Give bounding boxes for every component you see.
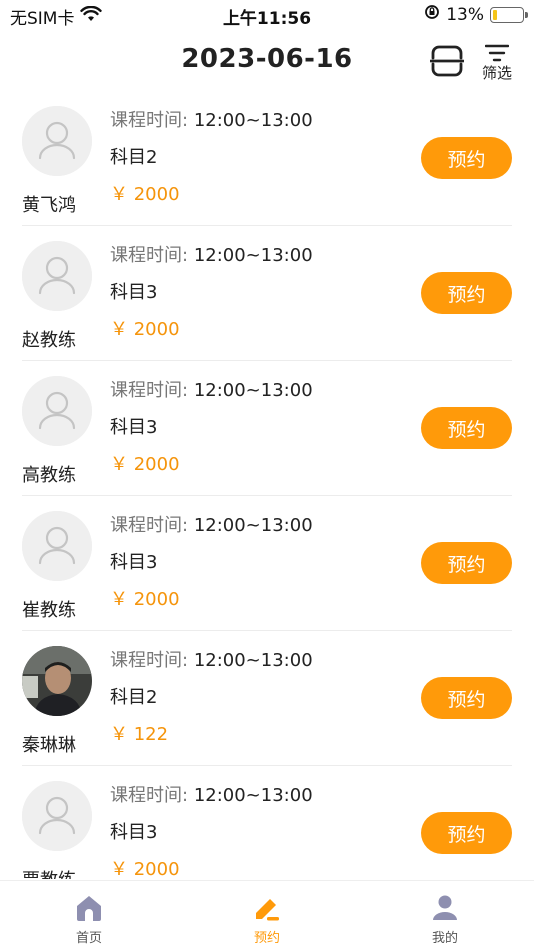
status-bar: 无SIM卡 上午11:56 13% xyxy=(0,0,534,32)
subject: 科目3 xyxy=(110,282,158,303)
course-time-value: 12:00~13:00 xyxy=(193,785,313,806)
tab-mine[interactable]: 我的 xyxy=(356,881,534,950)
avatar-placeholder-icon xyxy=(22,511,92,581)
subject: 科目2 xyxy=(110,147,158,168)
coach-name: 高教练 xyxy=(22,465,76,486)
course-time: 课程时间: 12:00~13:00 xyxy=(110,241,313,267)
course-time: 课程时间: 12:00~13:00 xyxy=(110,376,313,402)
subject: 科目3 xyxy=(110,822,158,843)
price: ￥ 2000 xyxy=(110,319,180,340)
tab-booking-label: 预约 xyxy=(253,931,280,946)
status-right: 13% xyxy=(424,4,528,25)
subject: 科目2 xyxy=(110,687,158,708)
tab-mine-label: 我的 xyxy=(431,931,458,946)
tab-bar: 首页 预约 我的 xyxy=(0,880,534,950)
filter-button[interactable]: 筛选 xyxy=(476,40,518,84)
tab-home[interactable]: 首页 xyxy=(0,881,178,950)
coach-name: 赵教练 xyxy=(22,330,76,351)
course-time-label: 课程时间: xyxy=(110,380,189,401)
tab-booking[interactable]: 预约 xyxy=(178,881,356,950)
battery-percent: 13% xyxy=(446,4,484,25)
home-icon xyxy=(77,896,101,921)
avatar xyxy=(22,241,92,311)
coach-name: 秦琳琳 xyxy=(22,735,76,756)
scan-button[interactable] xyxy=(429,44,465,78)
list-item: 赵教练 课程时间: 12:00~13:00 科目3 ￥ 2000 预约 xyxy=(0,226,512,361)
course-time-label: 课程时间: xyxy=(110,515,189,536)
avatar-placeholder-icon xyxy=(22,376,92,446)
course-time-label: 课程时间: xyxy=(110,785,189,806)
price: ￥ 2000 xyxy=(110,589,180,610)
subject: 科目3 xyxy=(110,552,158,573)
avatar xyxy=(22,106,92,176)
price: ￥ 2000 xyxy=(110,454,180,475)
avatar-placeholder-icon xyxy=(22,241,92,311)
price: ￥ 122 xyxy=(110,724,169,745)
filter-label: 筛选 xyxy=(481,64,512,82)
coach-name: 黄飞鸿 xyxy=(22,195,76,216)
course-time: 课程时间: 12:00~13:00 xyxy=(110,781,313,807)
list-item: 秦琳琳 课程时间: 12:00~13:00 科目2 ￥ 122 预约 xyxy=(0,631,512,766)
avatar-placeholder-icon xyxy=(22,106,92,176)
price: ￥ 2000 xyxy=(110,184,180,205)
avatar xyxy=(22,646,92,716)
subject: 科目3 xyxy=(110,417,158,438)
price: ￥ 2000 xyxy=(110,859,180,879)
header: 2023-06-16 筛选 xyxy=(0,36,534,88)
filter-icon xyxy=(485,44,509,62)
course-time-value: 12:00~13:00 xyxy=(193,380,313,401)
edit-icon xyxy=(256,899,279,921)
course-time-label: 课程时间: xyxy=(110,110,189,131)
course-time-value: 12:00~13:00 xyxy=(193,245,313,266)
book-button[interactable]: 预约 xyxy=(421,272,512,314)
course-time-label: 课程时间: xyxy=(110,245,189,266)
user-icon xyxy=(433,895,457,920)
list-item: 贾教练 课程时间: 12:00~13:00 科目3 ￥ 2000 预约 xyxy=(0,766,512,879)
book-button[interactable]: 预约 xyxy=(421,677,512,719)
course-time-label: 课程时间: xyxy=(110,650,189,671)
course-time-value: 12:00~13:00 xyxy=(193,650,313,671)
book-button[interactable]: 预约 xyxy=(421,137,512,179)
coach-name: 崔教练 xyxy=(22,600,76,621)
book-button[interactable]: 预约 xyxy=(421,542,512,584)
scan-icon xyxy=(429,45,465,77)
course-time: 课程时间: 12:00~13:00 xyxy=(110,646,313,672)
battery-icon xyxy=(490,6,528,23)
coach-name: 贾教练 xyxy=(22,866,76,879)
avatar-photo xyxy=(22,646,92,716)
coach-list[interactable]: 黄飞鸿 课程时间: 12:00~13:00 科目2 ￥ 2000 预约 赵教练 … xyxy=(0,91,534,879)
tab-home-label: 首页 xyxy=(75,931,102,946)
avatar xyxy=(22,376,92,446)
list-item: 崔教练 课程时间: 12:00~13:00 科目3 ￥ 2000 预约 xyxy=(0,496,512,631)
list-item: 黄飞鸿 课程时间: 12:00~13:00 科目2 ￥ 2000 预约 xyxy=(0,91,512,226)
course-time-value: 12:00~13:00 xyxy=(193,110,313,131)
course-time-value: 12:00~13:00 xyxy=(193,515,313,536)
book-button[interactable]: 预约 xyxy=(421,812,512,854)
course-time: 课程时间: 12:00~13:00 xyxy=(110,511,313,537)
book-button[interactable]: 预约 xyxy=(421,407,512,449)
list-item: 高教练 课程时间: 12:00~13:00 科目3 ￥ 2000 预约 xyxy=(0,361,512,496)
course-time: 课程时间: 12:00~13:00 xyxy=(110,106,313,132)
battery-fill xyxy=(493,9,497,20)
avatar xyxy=(22,511,92,581)
orientation-lock-icon xyxy=(424,4,440,25)
avatar-placeholder-icon xyxy=(22,781,92,851)
avatar xyxy=(22,781,92,851)
